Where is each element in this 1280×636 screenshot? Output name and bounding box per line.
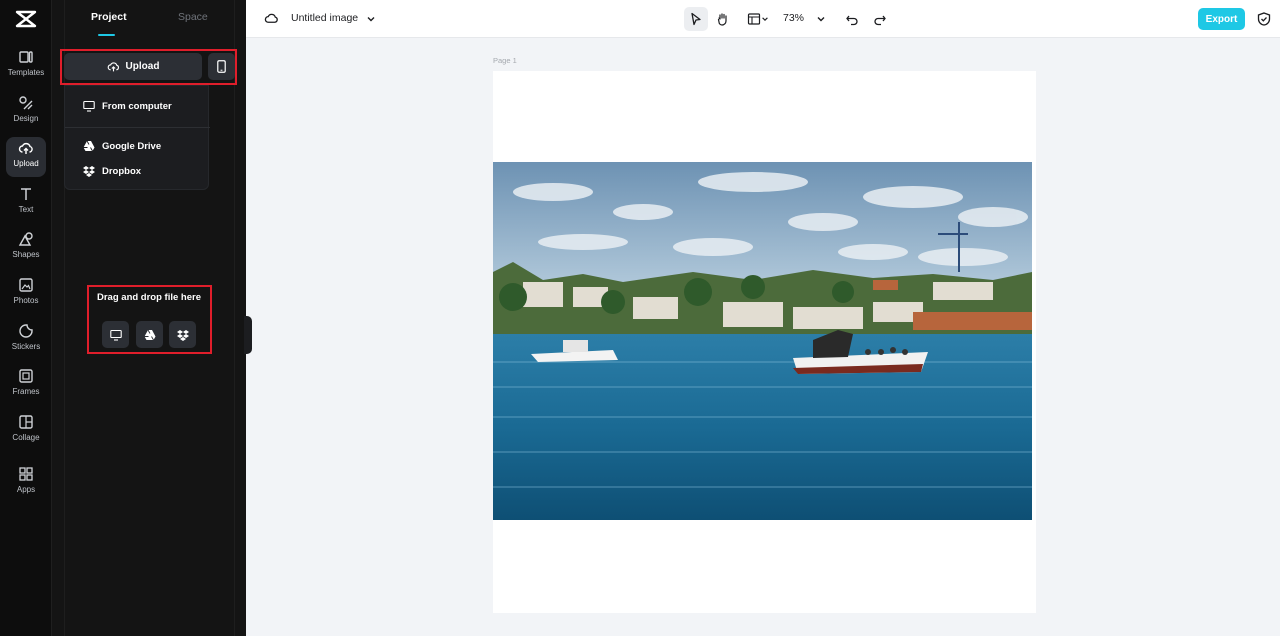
menu-divider [65,127,210,128]
shapes-icon [18,232,33,246]
undo-button[interactable] [840,7,864,31]
menu-item-from-computer[interactable]: From computer [65,96,210,116]
design-icon [19,96,33,110]
undo-icon [846,15,858,26]
upload-source-menu: From computer Google Drive Dropbox [64,85,210,190]
redo-button[interactable] [868,7,892,31]
upload-button-label: Upload [125,61,160,72]
frames-icon [19,369,33,383]
hand-icon [717,13,727,26]
panel-divider [234,0,235,636]
export-button[interactable]: Export [1198,8,1245,30]
text-icon [21,188,31,200]
menu-item-label: Dropbox [102,165,142,177]
cursor-icon [691,12,701,26]
rail-item-collage[interactable]: Collage [6,411,46,451]
zoom-level[interactable]: 73% [783,12,804,24]
capcut-logo-icon[interactable] [14,8,38,30]
rail-item-label: Collage [12,433,40,442]
rail-item-label: Templates [7,68,45,77]
tab-project[interactable]: Project [91,11,127,23]
harbor-photo [493,162,1032,520]
dropzone-google-drive-button[interactable] [136,321,163,348]
rail-item-label: Shapes [12,250,40,259]
menu-item-label: From computer [102,100,172,112]
mobile-upload-button[interactable] [208,53,235,80]
cloud-upload-icon [18,142,33,154]
dropbox-icon [176,329,189,341]
google-drive-icon [144,329,155,340]
rail-item-upload[interactable]: Upload [6,137,46,177]
chevron-down-icon [762,17,768,21]
apps-icon [19,467,33,481]
phone-icon [217,60,226,73]
dropzone-title: Drag and drop file here [97,292,201,303]
redo-icon [874,15,886,26]
stickers-icon [19,324,33,338]
rail-item-label: Apps [16,485,36,494]
tab-active-indicator [98,34,115,36]
menu-item-dropbox[interactable]: Dropbox [65,161,210,181]
chevron-down-icon[interactable] [816,14,826,24]
select-tool-button[interactable] [684,7,708,31]
dropzone-dropbox-button[interactable] [169,321,196,348]
rail-item-apps[interactable]: Apps [6,463,46,503]
rail-item-frames[interactable]: Frames [6,365,46,405]
photos-icon [19,278,33,292]
google-drive-icon [83,140,95,152]
collage-icon [19,415,33,429]
shield-check-icon[interactable] [1257,12,1271,26]
canvas-image[interactable] [493,162,1032,520]
rail-item-stickers[interactable]: Stickers [6,320,46,360]
layout-icon [747,13,761,25]
cloud-upload-icon [107,62,119,72]
rail-item-label: Text [18,205,34,214]
page-label: Page 1 [493,56,517,65]
top-toolbar: Untitled image 73% Export [246,0,1280,38]
cloud-save-icon[interactable] [264,11,279,26]
menu-item-label: Google Drive [102,140,162,152]
rail-item-label: Stickers [11,342,41,351]
dropzone-computer-button[interactable] [102,321,129,348]
rail-item-label: Photos [13,296,39,305]
dropbox-icon [83,166,95,177]
templates-icon [19,51,33,63]
rail-item-templates[interactable]: Templates [6,46,46,86]
left-rail: Templates Design Upload Text Shapes Phot… [0,0,52,636]
rail-item-text[interactable]: Text [6,183,46,223]
rail-item-design[interactable]: Design [6,92,46,132]
monitor-icon [109,329,122,341]
menu-item-google-drive[interactable]: Google Drive [65,136,210,156]
tab-space[interactable]: Space [178,11,208,23]
chevron-down-icon[interactable] [366,14,376,24]
panel-collapse-handle[interactable] [244,316,252,354]
layout-tool-button[interactable] [743,7,773,31]
document-title[interactable]: Untitled image [291,12,358,24]
rail-item-label: Design [13,114,39,123]
rail-item-label: Frames [12,387,40,396]
hand-tool-button[interactable] [711,7,735,31]
rail-item-photos[interactable]: Photos [6,274,46,314]
rail-item-label: Upload [13,159,39,168]
rail-item-shapes[interactable]: Shapes [6,228,46,268]
monitor-icon [83,100,95,112]
upload-button[interactable]: Upload [64,53,202,80]
